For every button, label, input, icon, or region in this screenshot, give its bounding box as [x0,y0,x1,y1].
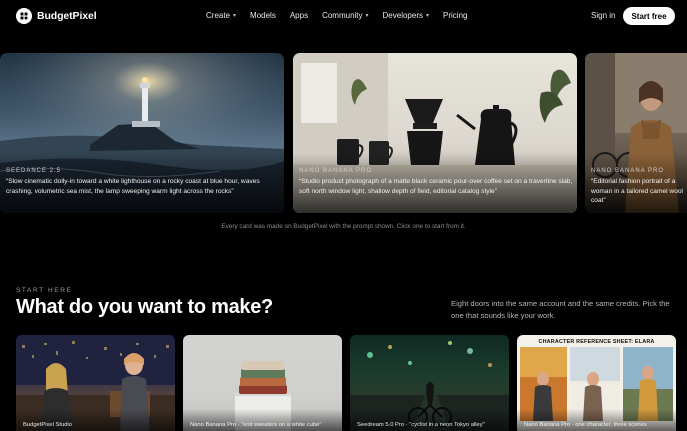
nav-community-label: Community [322,11,363,20]
card-prompt: “Studio product photograph of a matte bl… [299,178,573,195]
nav-community[interactable]: Community ▾ [322,11,368,20]
top-nav: BudgetPixel Create ▾ Models Apps Communi… [0,0,687,32]
nav-pricing[interactable]: Pricing [443,11,467,20]
sign-in-link[interactable]: Sign in [591,11,615,20]
tile-seedream-cyclist[interactable]: Seedream 5.0 Pro · "cyclist in a neon To… [350,335,509,431]
section-eyebrow: START HERE [16,287,73,294]
showcase-caption: Every card was made on BudgetPixel with … [221,223,466,230]
showcase-card-lighthouse[interactable]: SEEDANCE 2.5 “Slow cinematic dolly-in to… [0,53,284,213]
card-model-label: NANO BANANA PRO [299,168,373,174]
card-prompt: “Editorial fashion portrait of a woman i… [591,178,683,204]
brand-name: BudgetPixel [37,10,97,22]
tile-label: Nano Banana Pro · one character, three s… [524,422,647,428]
chevron-down-icon: ▾ [365,13,369,19]
logo-icon [16,8,32,24]
section-lede: Eight doors into the same account and th… [451,299,670,320]
nav-models-label: Models [250,11,276,20]
brand-logo[interactable]: BudgetPixel [16,8,97,24]
tile-nano-banana-sweaters[interactable]: Nano Banana Pro · "knit sweaters on a wh… [183,335,342,431]
showcase-card-coffee[interactable]: NANO BANANA PRO “Studio product photogra… [293,53,577,213]
start-free-button[interactable]: Start free [623,7,675,25]
chevron-down-icon: ▾ [426,13,430,19]
nav-create[interactable]: Create ▾ [206,11,236,20]
card-prompt: “Slow cinematic dolly-in toward a white … [6,178,260,195]
nav-developers-label: Developers [382,11,423,20]
nav-apps[interactable]: Apps [290,11,308,20]
tile-label: Seedream 5.0 Pro · "cyclist in a neon To… [357,422,485,428]
chevron-down-icon: ▾ [233,13,237,19]
showcase-card-fashion[interactable]: NANO BANANA PRO “Editorial fashion portr… [585,53,687,213]
nav-models[interactable]: Models [250,11,276,20]
nav-pricing-label: Pricing [443,11,468,20]
nav-developers[interactable]: Developers ▾ [383,11,429,20]
character-sheet-title: CHARACTER REFERENCE SHEET: ELARA [538,339,655,345]
tile-character-sheet[interactable]: CHARACTER REFERENCE SHEET: ELARA Nano Ba… [517,335,676,431]
tile-studio[interactable]: BudgetPixel Studio [16,335,175,431]
nav-create-label: Create [206,11,231,20]
tile-label: Nano Banana Pro · "knit sweaters on a wh… [190,422,322,428]
card-model-label: SEEDANCE 2.5 [6,168,62,174]
main-menu: Create ▾ Models Apps Community ▾ Develop… [206,11,481,20]
section-title: What do you want to make? [16,296,273,318]
nav-apps-label: Apps [289,11,309,20]
card-model-label: NANO BANANA PRO [591,168,665,174]
tile-label: BudgetPixel Studio [23,422,72,428]
